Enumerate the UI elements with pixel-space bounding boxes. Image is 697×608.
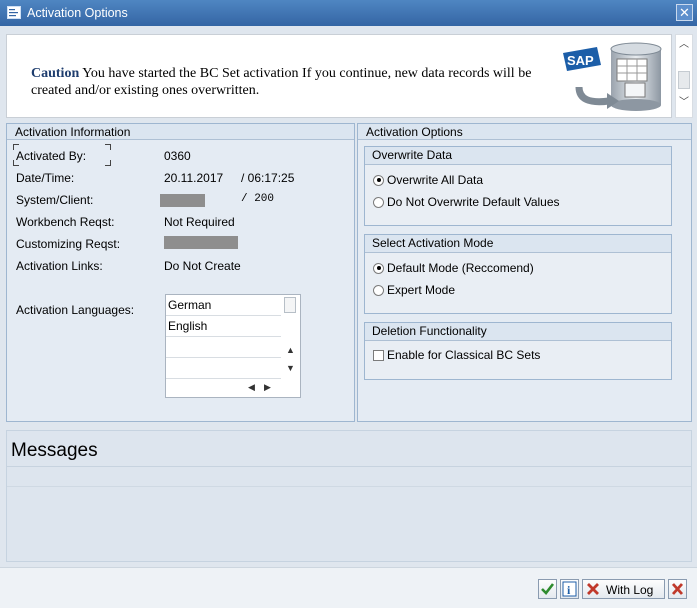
title-bar: Activation Options ✕	[0, 0, 697, 26]
scroll-up-icon[interactable]: ︿	[678, 39, 690, 51]
list-item-empty[interactable]	[166, 337, 281, 358]
with-log-label: With Log	[606, 583, 654, 597]
scroll-thumb[interactable]	[678, 71, 690, 89]
scroll-right-icon[interactable]: ▶	[264, 382, 271, 393]
radio-selected-icon[interactable]	[373, 174, 384, 186]
radio-icon[interactable]	[373, 196, 384, 208]
activation-mode-group: Select Activation Mode Default Mode (Rec…	[364, 234, 672, 314]
caution-label: Caution	[31, 66, 80, 81]
scroll-left-icon[interactable]: ◀	[248, 382, 255, 393]
scroll-up-icon[interactable]: ▲	[286, 345, 295, 355]
caution-text: You have started the BC Set activation I…	[31, 66, 532, 98]
deletion-functionality-title: Deletion Functionality	[365, 323, 671, 341]
button-bar: i With Log	[0, 567, 697, 608]
banner-scrollbar[interactable]: ︿ ﹀	[675, 34, 693, 118]
overwrite-all-label: Overwrite All Data	[387, 173, 484, 187]
info-button[interactable]: i	[560, 579, 579, 599]
radio-icon[interactable]	[373, 284, 384, 296]
list-item-empty[interactable]	[166, 358, 281, 379]
bc-set-database-icon: SAP	[563, 42, 662, 111]
sap-logo-text: SAP	[567, 53, 594, 68]
caution-message: Caution You have started the BC Set acti…	[31, 65, 551, 99]
deletion-functionality-group: Deletion Functionality Enable for Classi…	[364, 322, 672, 380]
default-mode-label: Default Mode (Reccomend)	[387, 261, 534, 275]
activation-options-header: Activation Options	[358, 124, 691, 140]
scroll-down-icon[interactable]: ﹀	[678, 97, 690, 109]
close-icon[interactable]: ✕	[676, 4, 693, 21]
activation-options-panel: Activation Options Overwrite Data Overwr…	[357, 123, 692, 422]
cancel-icon	[587, 583, 599, 595]
radio-selected-icon[interactable]	[373, 262, 384, 274]
window-icon	[7, 6, 21, 19]
accept-button[interactable]	[538, 579, 557, 599]
checkmark-icon	[541, 583, 555, 595]
activation-links-value: Do Not Create	[164, 259, 241, 273]
customizing-redacted	[164, 236, 238, 249]
list-item[interactable]: German	[166, 295, 281, 316]
system-client-label: System/Client:	[16, 193, 94, 207]
languages-list[interactable]: German English ▲ ▼ ◀ ▶	[165, 294, 301, 398]
activation-mode-title: Select Activation Mode	[365, 235, 671, 253]
workbench-label: Workbench Reqst:	[16, 215, 115, 229]
system-redacted	[160, 194, 205, 207]
workbench-value: Not Required	[164, 215, 235, 229]
caution-banner: Caution You have started the BC Set acti…	[6, 34, 672, 118]
window-title: Activation Options	[27, 6, 128, 20]
activated-by-label: Activated By:	[16, 149, 87, 163]
activation-information-panel: Activation Information Activated By: 036…	[6, 123, 355, 422]
time-value: / 06:17:25	[241, 171, 295, 185]
messages-area: Messages	[6, 430, 692, 562]
scroll-thumb[interactable]	[284, 297, 296, 313]
date-value: 20.11.2017	[164, 171, 224, 185]
client-value: / 200	[241, 193, 275, 205]
expert-mode-label: Expert Mode	[387, 283, 456, 297]
activation-links-label: Activation Links:	[16, 259, 103, 273]
languages-vertical-scrollbar[interactable]: ▲ ▼	[282, 295, 300, 381]
overwrite-data-title: Overwrite Data	[365, 147, 671, 165]
scroll-down-icon[interactable]: ▼	[286, 363, 295, 373]
cancel-icon	[671, 583, 684, 595]
default-mode-option[interactable]: Default Mode (Reccomend)	[373, 261, 534, 275]
info-icon: i	[562, 581, 577, 597]
cancel-button[interactable]	[668, 579, 687, 599]
list-item[interactable]: English	[166, 316, 281, 337]
datetime-label: Date/Time:	[16, 171, 75, 185]
customizing-label: Customizing Reqst:	[16, 237, 121, 251]
messages-title: Messages	[11, 440, 98, 461]
overwrite-data-group: Overwrite Data Overwrite All Data Do Not…	[364, 146, 672, 226]
classical-bc-sets-label: Enable for Classical BC Sets	[387, 348, 541, 362]
languages-horizontal-scrollbar[interactable]: ◀ ▶	[166, 381, 300, 397]
do-not-overwrite-label: Do Not Overwrite Default Values	[387, 195, 560, 209]
overwrite-all-option[interactable]: Overwrite All Data	[373, 173, 483, 187]
activated-by-value: 0360	[164, 149, 191, 163]
activation-languages-label: Activation Languages:	[16, 303, 135, 317]
checkbox-icon[interactable]	[373, 349, 384, 361]
do-not-overwrite-option[interactable]: Do Not Overwrite Default Values	[373, 195, 560, 209]
classical-bc-sets-option[interactable]: Enable for Classical BC Sets	[373, 348, 540, 362]
expert-mode-option[interactable]: Expert Mode	[373, 283, 455, 297]
activation-information-header: Activation Information	[7, 124, 354, 140]
with-log-button[interactable]: With Log	[582, 579, 665, 599]
